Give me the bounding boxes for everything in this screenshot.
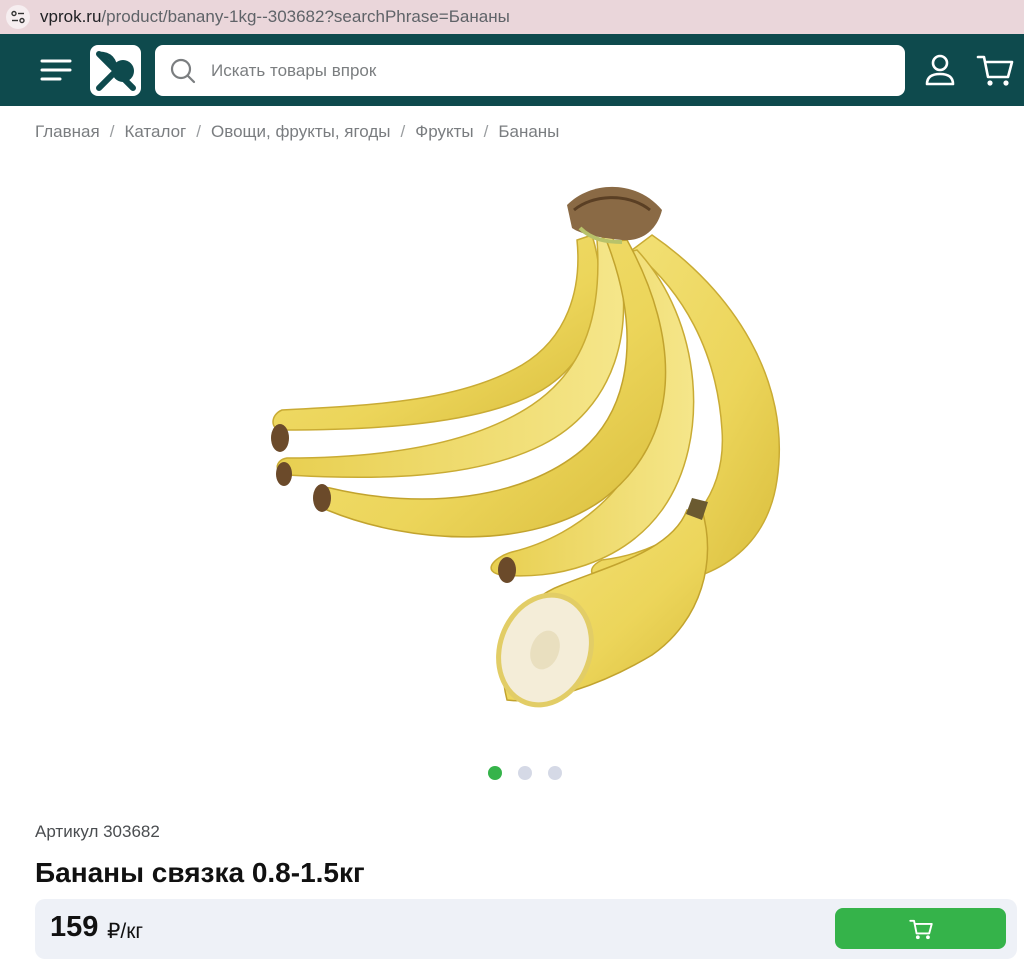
site-logo[interactable] (90, 45, 141, 96)
cart-icon (976, 55, 1014, 86)
breadcrumb-item-vegetables-fruits[interactable]: Овощи, фрукты, ягоды (211, 122, 391, 142)
site-settings-icon[interactable] (6, 5, 30, 29)
menu-button[interactable] (38, 54, 74, 86)
search-icon[interactable] (169, 57, 197, 85)
browser-address-bar[interactable]: vprok.ru/product/banany-1kg--303682?sear… (0, 0, 1024, 34)
gallery-dot-1[interactable] (488, 766, 502, 780)
menu-icon (40, 59, 72, 81)
breadcrumb-item-bananas[interactable]: Бананы (498, 122, 559, 142)
product-image-banana-bunch[interactable] (262, 180, 792, 720)
gallery-dot-2[interactable] (518, 766, 532, 780)
price-bar: 159 ₽/кг (35, 899, 1017, 959)
profile-button[interactable] (922, 52, 958, 88)
search-box[interactable] (155, 45, 905, 96)
breadcrumb-item-home[interactable]: Главная (35, 122, 100, 142)
gallery-dot-3[interactable] (548, 766, 562, 780)
search-input[interactable] (211, 60, 851, 81)
product-sku: Артикул 303682 (35, 822, 160, 841)
add-to-cart-button[interactable] (835, 908, 1006, 949)
site-header (0, 34, 1024, 106)
cart-icon (908, 919, 933, 939)
logo-icon (95, 50, 136, 91)
cart-button[interactable] (975, 51, 1015, 89)
user-icon (925, 54, 955, 86)
price-unit: ₽/кг (107, 920, 144, 943)
breadcrumb-separator: / (400, 122, 406, 141)
breadcrumb-separator: / (109, 122, 115, 141)
url-text[interactable]: vprok.ru/product/banany-1kg--303682?sear… (40, 7, 510, 27)
product-title: Бананы связка 0.8-1.5кг (35, 857, 365, 888)
url-host: vprok.ru (40, 7, 102, 26)
breadcrumb-item-fruits[interactable]: Фрукты (415, 122, 473, 142)
breadcrumb-separator: / (196, 122, 201, 141)
breadcrumb-separator: / (483, 122, 489, 141)
breadcrumb-item-catalog[interactable]: Каталог (124, 122, 186, 142)
product-price: 159 (50, 911, 99, 943)
url-path: /product/banany-1kg--303682?searchPhrase… (101, 7, 510, 26)
gallery-pagination (488, 766, 562, 780)
breadcrumb: Главная / Каталог / Овощи, фрукты, ягоды… (35, 122, 559, 142)
